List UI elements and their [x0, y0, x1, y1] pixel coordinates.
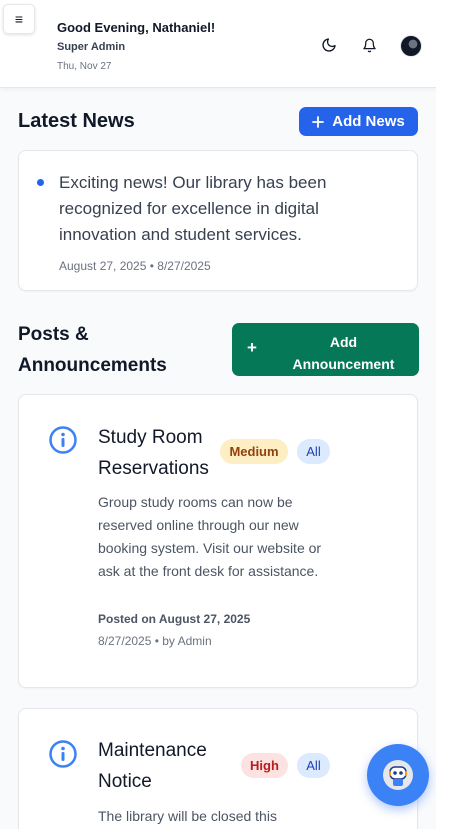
- moon-icon: [322, 38, 336, 52]
- add-announcement-label-line1: Add: [329, 334, 358, 350]
- user-role: Super Admin: [57, 41, 126, 53]
- announcement-body: Group study rooms can now be reserved on…: [98, 494, 322, 579]
- menu-icon: ≡: [14, 11, 24, 27]
- bell-icon: [362, 38, 376, 52]
- announcement-title-line2: Notice: [98, 771, 152, 792]
- announcement-title-line1: Maintenance: [98, 740, 207, 761]
- bullet-dot-icon: [37, 179, 44, 186]
- menu-button[interactable]: ≡: [3, 4, 35, 34]
- announcement-title-line2: Reservations: [98, 458, 209, 479]
- announcement-meta: 8/27/2025 • by Admin: [98, 634, 212, 648]
- announcement-card[interactable]: Maintenance Notice High All The library …: [18, 708, 418, 829]
- add-news-button[interactable]: Add News: [299, 107, 418, 136]
- priority-badge: High: [241, 753, 288, 778]
- add-news-label: Add News: [332, 113, 405, 130]
- announcement-title-line1: Study Room: [98, 427, 203, 448]
- news-text: Exciting news! Our library has been reco…: [59, 173, 327, 244]
- current-date: Thu, Nov 27: [57, 61, 112, 72]
- assistant-robot-icon: [383, 760, 413, 790]
- greeting: Good Evening, Nathaniel!: [57, 20, 216, 35]
- add-announcement-button[interactable]: + Add Announcement: [232, 323, 419, 376]
- latest-news-title: Latest News: [18, 110, 135, 132]
- priority-badge: Medium: [220, 439, 288, 464]
- posts-title-line1: Posts &: [18, 324, 89, 345]
- posts-title: Posts & Announcements: [18, 319, 167, 381]
- info-icon: [49, 426, 77, 454]
- announcement-title: Maintenance Notice: [98, 735, 226, 797]
- avatar[interactable]: [400, 35, 422, 57]
- notifications-button[interactable]: [360, 36, 378, 54]
- top-header: ≡ Good Evening, Nathaniel! Super Admin T…: [0, 0, 436, 88]
- scrollbar[interactable]: [436, 0, 454, 829]
- announcement-title: Study Room Reservations: [98, 422, 226, 484]
- assistant-fab-button[interactable]: [367, 744, 429, 806]
- audience-badge: All: [297, 439, 330, 464]
- announcement-card[interactable]: Study Room Reservations Medium All Group…: [18, 394, 418, 688]
- theme-toggle-button[interactable]: [320, 36, 338, 54]
- posted-date: Posted on August 27, 2025: [98, 612, 251, 626]
- plus-icon: +: [247, 338, 257, 357]
- add-announcement-label: Add Announcement: [268, 331, 419, 375]
- news-date: August 27, 2025 • 8/27/2025: [59, 259, 211, 273]
- plus-icon: [312, 115, 325, 128]
- posts-title-line2: Announcements: [18, 355, 167, 376]
- add-announcement-label-line2: Announcement: [292, 356, 395, 372]
- info-icon: [49, 740, 77, 768]
- audience-badge: All: [297, 753, 330, 778]
- app-frame: ≡ Good Evening, Nathaniel! Super Admin T…: [0, 0, 436, 829]
- news-card[interactable]: Exciting news! Our library has been reco…: [18, 150, 418, 291]
- announcement-body: The library will be closed this: [98, 808, 277, 824]
